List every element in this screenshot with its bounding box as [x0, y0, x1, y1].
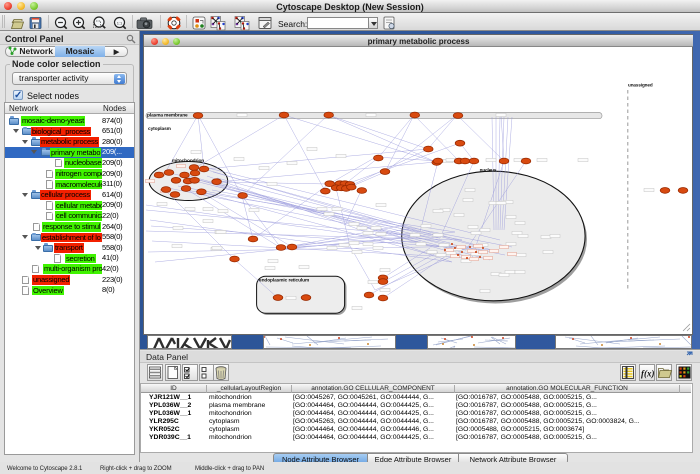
svg-text:endoplasmic reticulum: endoplasmic reticulum	[259, 278, 309, 284]
svg-text:plasma membrane: plasma membrane	[147, 112, 188, 118]
svg-text:1:1: 1:1	[117, 20, 123, 25]
svg-text:f(x): f(x)	[641, 369, 655, 379]
svg-text:mitochondrion: mitochondrion	[172, 158, 204, 164]
svg-text:unassigned: unassigned	[628, 83, 653, 88]
svg-text:nucleus: nucleus	[480, 168, 497, 173]
svg-text:cytoplasm: cytoplasm	[148, 126, 171, 132]
